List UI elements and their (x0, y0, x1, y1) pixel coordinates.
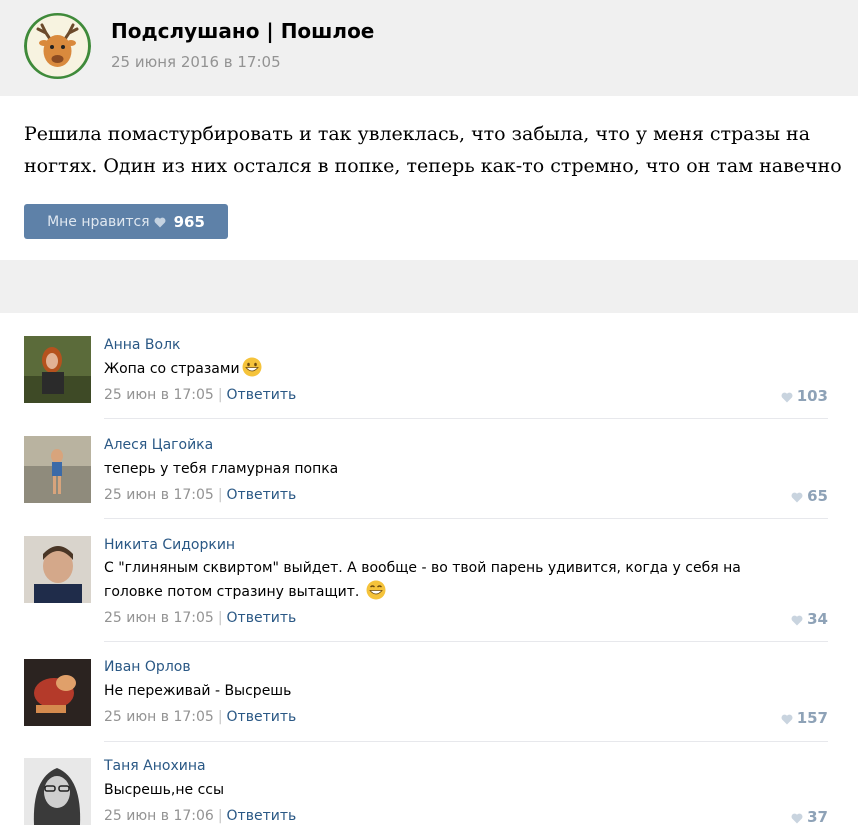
comment-like-button[interactable]: 34 (791, 610, 828, 628)
grinning-emoji-icon (242, 357, 262, 377)
like-button-label: Мне нравится (47, 213, 150, 230)
comment-author[interactable]: Алеся Цагойка (104, 437, 213, 453)
comment-text: теперь у тебя гламурная попка (104, 461, 339, 477)
avatar[interactable] (24, 536, 91, 603)
comment-meta: 25 июн в 17:05 | Ответить (104, 487, 297, 503)
comment-time[interactable]: 25 июн в 17:05 (104, 610, 214, 626)
divider (104, 641, 828, 642)
reply-link[interactable]: Ответить (227, 610, 297, 626)
like-count: 965 (173, 212, 205, 231)
heart-icon (791, 615, 803, 625)
divider (104, 418, 828, 419)
comment-meta: 25 июн в 17:05 | Ответить (104, 610, 297, 626)
post-header: Подслушано | Пошлое 25 июня 2016 в 17:05 (0, 0, 858, 96)
reply-link[interactable]: Ответить (227, 387, 297, 403)
comment-like-count: 157 (796, 709, 828, 727)
comment-like-button[interactable]: 65 (791, 487, 828, 505)
reply-link[interactable]: Ответить (227, 709, 297, 725)
comment-like-button[interactable]: 103 (781, 387, 828, 405)
heart-icon (781, 714, 793, 724)
post-date[interactable]: 25 июня 2016 в 17:05 (111, 53, 281, 71)
divider (104, 741, 828, 742)
avatar[interactable] (24, 659, 91, 726)
comment-time[interactable]: 25 июн в 17:05 (104, 709, 214, 725)
comment-like-button[interactable]: 157 (781, 709, 828, 727)
divider (104, 518, 828, 519)
post-text: Решила помастурбировать и так увлеклась,… (24, 123, 842, 177)
comment-like-count: 65 (807, 487, 828, 505)
grinning-emoji-icon (366, 580, 386, 600)
comment-text: Жопа со стразами (104, 357, 744, 381)
comment-meta: 25 июн в 17:05 | Ответить (104, 387, 297, 403)
comment-time[interactable]: 25 июн в 17:05 (104, 387, 214, 403)
comment-like-button[interactable]: 37 (791, 808, 828, 826)
avatar[interactable] (24, 336, 91, 403)
deer-logo-icon (24, 13, 91, 79)
comment-text: Не переживай - Высрешь (104, 683, 292, 699)
comment-like-count: 37 (807, 808, 828, 826)
heart-icon (791, 813, 803, 823)
comment-author[interactable]: Анна Волк (104, 337, 181, 353)
reply-link[interactable]: Ответить (227, 487, 297, 503)
comment-time[interactable]: 25 июн в 17:05 (104, 487, 214, 503)
like-button[interactable]: Мне нравится 965 (24, 204, 228, 239)
comment-author[interactable]: Таня Анохина (104, 758, 206, 774)
comment-like-count: 34 (807, 610, 828, 628)
comment-text: С "глиняным сквиртом" выйдет. А вообще -… (104, 560, 741, 600)
comment-time[interactable]: 25 июн в 17:06 (104, 808, 214, 824)
reply-link[interactable]: Ответить (227, 808, 297, 824)
avatar[interactable] (24, 436, 91, 503)
heart-icon (791, 492, 803, 502)
heart-icon (154, 217, 166, 228)
section-separator (0, 260, 858, 313)
avatar[interactable] (24, 758, 91, 825)
comment-text: Высрешь,не ссы (104, 782, 225, 798)
comment-meta: 25 июн в 17:05 | Ответить (104, 709, 297, 725)
heart-icon (781, 392, 793, 402)
comment-meta: 25 июн в 17:06 | Ответить (104, 808, 297, 824)
group-title[interactable]: Подслушано | Пошлое (111, 19, 374, 43)
comment-author[interactable]: Никита Сидоркин (104, 537, 235, 553)
comment-author[interactable]: Иван Орлов (104, 659, 191, 675)
comment-like-count: 103 (796, 387, 828, 405)
group-avatar[interactable] (24, 13, 91, 79)
